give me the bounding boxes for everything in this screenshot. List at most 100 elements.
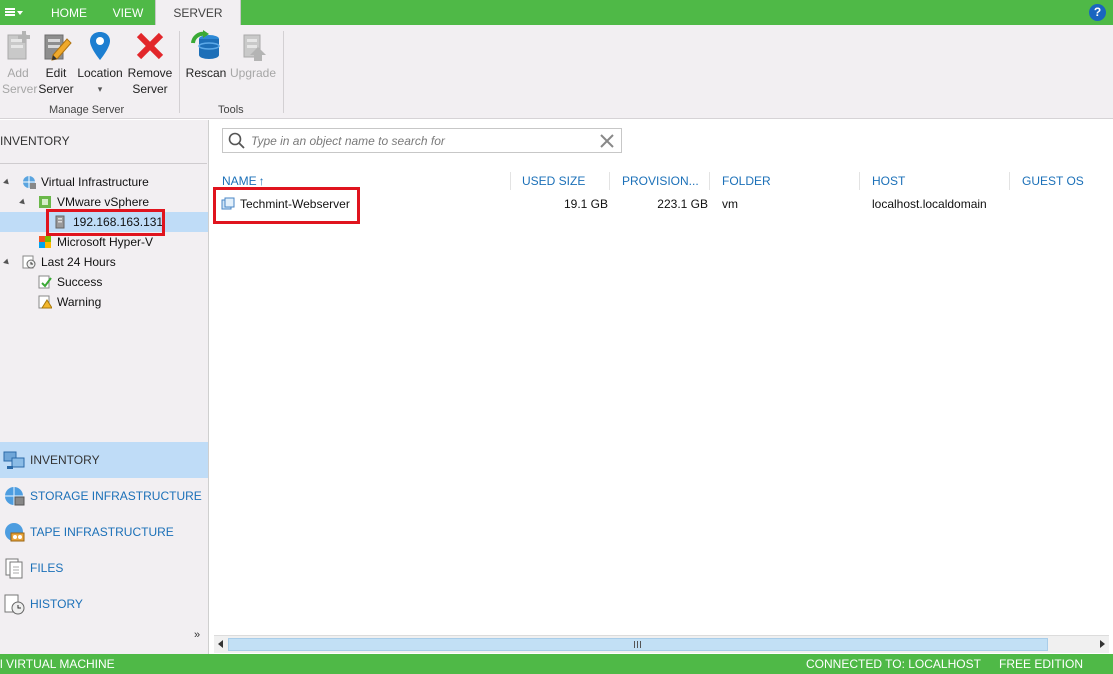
ribbon-panel: Add Server Edit Server Location ▾ Remove… [0,25,1113,119]
tab-server[interactable]: SERVER [155,0,241,25]
nav-storage-infrastructure[interactable]: STORAGE INFRASTRUCTURE [0,478,208,514]
upgrade-icon [236,29,270,63]
location-pin-icon [83,29,117,63]
edit-server-icon [39,29,73,63]
location-button[interactable]: Location ▾ [76,29,124,97]
ribbon-group-separator [179,31,180,113]
content-pane: NAME↑ USED SIZE PROVISION... FOLDER HOST… [210,120,1113,654]
nav-tape-infrastructure[interactable]: TAPE INFRASTRUCTURE [0,514,208,550]
column-separator [709,172,710,190]
divider [0,163,207,164]
rescan-icon [189,29,223,63]
tape-infrastructure-icon [3,521,25,543]
expander-icon[interactable] [19,198,27,207]
tree-item-label: Microsoft Hyper-V [57,235,154,249]
files-icon [3,557,25,579]
tree-item-hyper-v[interactable]: Microsoft Hyper-V [0,232,208,252]
hyper-v-icon [38,235,52,249]
success-icon [38,275,52,289]
sort-ascending-icon: ↑ [258,174,265,188]
edit-server-label-2: Server [38,82,74,96]
tree-item-virtual-infrastructure[interactable]: Virtual Infrastructure [0,172,208,192]
vmware-vsphere-icon [38,195,52,209]
column-separator [859,172,860,190]
application-menu-button[interactable] [0,0,27,25]
expander-icon[interactable] [3,258,11,267]
warning-icon [38,295,53,309]
nav-label: INVENTORY [30,453,100,467]
group-label-tools: Tools [218,104,244,116]
cell-host: localhost.localdomain [872,197,987,211]
nav-files[interactable]: FILES [0,550,208,586]
horizontal-scrollbar[interactable] [214,635,1109,653]
column-separator [510,172,511,190]
column-header-used-size[interactable]: USED SIZE [522,172,585,190]
scroll-left-icon[interactable] [218,640,223,648]
column-header-guest-os[interactable]: GUEST OS [1022,172,1084,190]
scrollbar-thumb[interactable] [228,638,1048,651]
tab-view[interactable]: VIEW [101,0,155,25]
column-header-folder[interactable]: FOLDER [722,172,771,190]
tree-item-last-24-hours[interactable]: Last 24 Hours [0,252,208,272]
tree-item-label: Warning [57,295,102,309]
grip-icon [634,641,641,648]
tree-item-label: Last 24 Hours [41,255,116,269]
tree-item-warning[interactable]: Warning [0,292,208,312]
status-edition: FREE EDITION [999,657,1084,671]
nav-history[interactable]: HISTORY [0,586,208,622]
search-input[interactable] [251,132,591,149]
column-header-host[interactable]: HOST [872,172,905,190]
nav-label: STORAGE INFRASTRUCTURE [30,489,202,503]
hamburger-icon [5,8,15,10]
remove-server-label-2: Server [132,82,168,96]
virtual-infrastructure-icon [22,175,36,189]
tree-item-label: Virtual Infrastructure [41,175,149,189]
add-server-label-2: Server [2,82,38,96]
add-server-button[interactable]: Add Server [2,29,38,97]
status-connection: CONNECTED TO: LOCALHOST [806,657,981,671]
nav-overflow-button[interactable]: » [194,629,200,641]
expander-icon[interactable] [3,178,11,187]
tab-home[interactable]: HOME [37,0,101,25]
tree-item-success[interactable]: Success [0,272,208,292]
help-button[interactable]: ? [1089,4,1106,21]
column-separator [609,172,610,190]
history-clock-icon [22,255,36,269]
scroll-right-icon[interactable] [1100,640,1105,648]
column-separator [1009,172,1010,190]
nav-label: TAPE INFRASTRUCTURE [30,525,174,539]
tree-item-label: Success [57,275,103,289]
ribbon-tab-bar: HOME VIEW SERVER ? [0,0,1113,25]
column-header-label: NAME [222,174,257,188]
upgrade-button[interactable]: Upgrade [229,29,277,81]
status-bar: l VIRTUAL MACHINE CONNECTED TO: LOCALHOS… [0,654,1113,674]
cell-used-size: 19.1 GB [563,197,608,211]
edit-server-label: Edit [45,66,67,80]
search-box [222,128,622,153]
add-server-label: Add [7,66,29,80]
edit-server-button[interactable]: Edit Server [38,29,74,97]
rescan-button[interactable]: Rescan [185,29,227,81]
group-label-manage-server: Manage Server [49,104,125,116]
column-header-provisioned[interactable]: PROVISION... [622,172,699,190]
add-server-icon [2,29,36,63]
highlight-box [213,187,360,224]
nav-inventory[interactable]: INVENTORY [0,442,208,478]
remove-server-label: Remove [127,66,173,80]
inventory-title: INVENTORY [0,134,70,148]
remove-server-icon [133,29,167,63]
remove-server-button[interactable]: Remove Server [127,29,173,97]
location-label: Location [77,66,123,80]
rescan-label: Rescan [185,66,227,80]
clear-search-icon[interactable] [599,133,615,152]
nav-label: FILES [30,561,64,575]
upgrade-label: Upgrade [229,66,277,80]
ribbon-group-separator [283,31,284,113]
navigation-pane: INVENTORY Virtual Infrastructure VMware … [0,120,209,654]
storage-infrastructure-icon [3,485,25,507]
cell-folder: vm [722,197,738,211]
search-icon [228,132,246,153]
inventory-icon [3,449,25,471]
caret-down-icon [17,11,23,15]
status-selection: l VIRTUAL MACHINE [0,657,115,671]
